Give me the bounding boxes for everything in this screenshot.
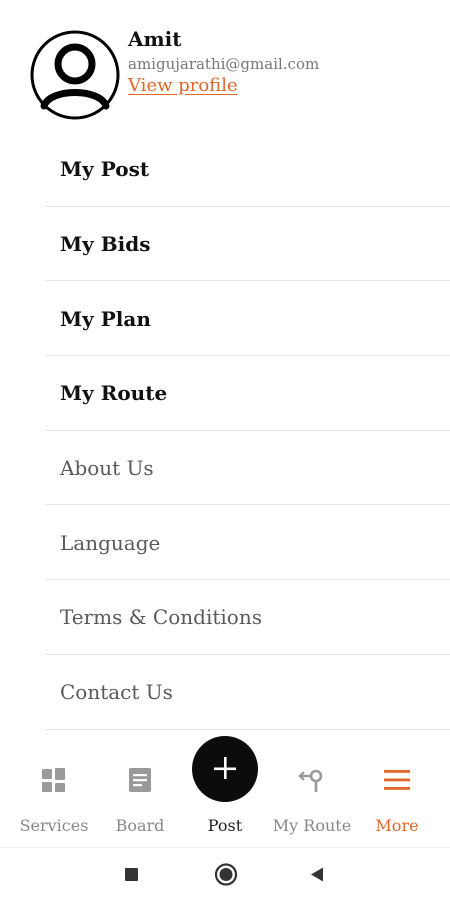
menu-item-terms[interactable]: Terms & Conditions <box>0 580 450 655</box>
menu-item-label: About Us <box>60 456 154 481</box>
post-fab-button[interactable] <box>192 736 258 802</box>
home-circle-icon <box>214 863 238 886</box>
recents-button[interactable] <box>112 848 152 900</box>
menu-item-my-plan[interactable]: My Plan <box>0 281 450 356</box>
user-avatar-icon <box>30 30 120 120</box>
home-button[interactable] <box>206 848 246 900</box>
system-navigation-bar <box>0 847 450 900</box>
menu-item-about-us[interactable]: About Us <box>0 431 450 506</box>
menu-item-language[interactable]: Language <box>0 505 450 580</box>
back-triangle-icon <box>311 867 323 882</box>
plus-icon <box>214 757 236 779</box>
menu-icon <box>384 770 410 790</box>
recents-square-icon <box>125 868 138 881</box>
menu-item-my-post[interactable]: My Post <box>0 132 450 207</box>
profile-header: Amit amigujarathi@gmail.com View profile <box>0 0 450 125</box>
nav-tab-more[interactable]: More <box>356 740 438 846</box>
avatar[interactable] <box>30 30 120 120</box>
grid-icon <box>42 768 65 792</box>
nav-tab-post[interactable]: Post <box>182 736 268 846</box>
nav-tab-my-route[interactable]: My Route <box>268 740 356 846</box>
board-icon <box>129 768 151 792</box>
menu-item-label: Terms & Conditions <box>60 605 262 630</box>
nav-tab-label: Post <box>207 816 243 835</box>
nav-tab-label: Services <box>19 816 89 835</box>
nav-tab-board[interactable]: Board <box>98 740 182 846</box>
menu-item-contact-us[interactable]: Contact Us <box>0 655 450 730</box>
view-profile-link[interactable]: View profile <box>128 75 238 96</box>
route-icon <box>298 769 323 792</box>
menu-item-label: Contact Us <box>60 680 173 705</box>
more-menu: My Post My Bids My Plan My Route About U… <box>0 132 450 730</box>
nav-tab-label: My Route <box>272 816 352 835</box>
nav-tab-label: More <box>375 816 419 835</box>
profile-name: Amit <box>128 27 182 51</box>
back-button[interactable] <box>298 848 338 900</box>
nav-tab-label: Board <box>115 816 165 835</box>
nav-tab-services[interactable]: Services <box>10 740 98 846</box>
profile-email: amigujarathi@gmail.com <box>128 55 320 73</box>
menu-item-my-route[interactable]: My Route <box>0 356 450 431</box>
menu-item-label: Language <box>60 530 161 555</box>
menu-item-label: My Route <box>60 381 168 406</box>
menu-item-label: My Plan <box>60 306 151 331</box>
menu-item-label: My Bids <box>60 232 151 257</box>
menu-item-label: My Post <box>60 157 150 182</box>
menu-item-my-bids[interactable]: My Bids <box>0 207 450 282</box>
bottom-navigation: Services Board Post My Route More <box>0 736 450 846</box>
